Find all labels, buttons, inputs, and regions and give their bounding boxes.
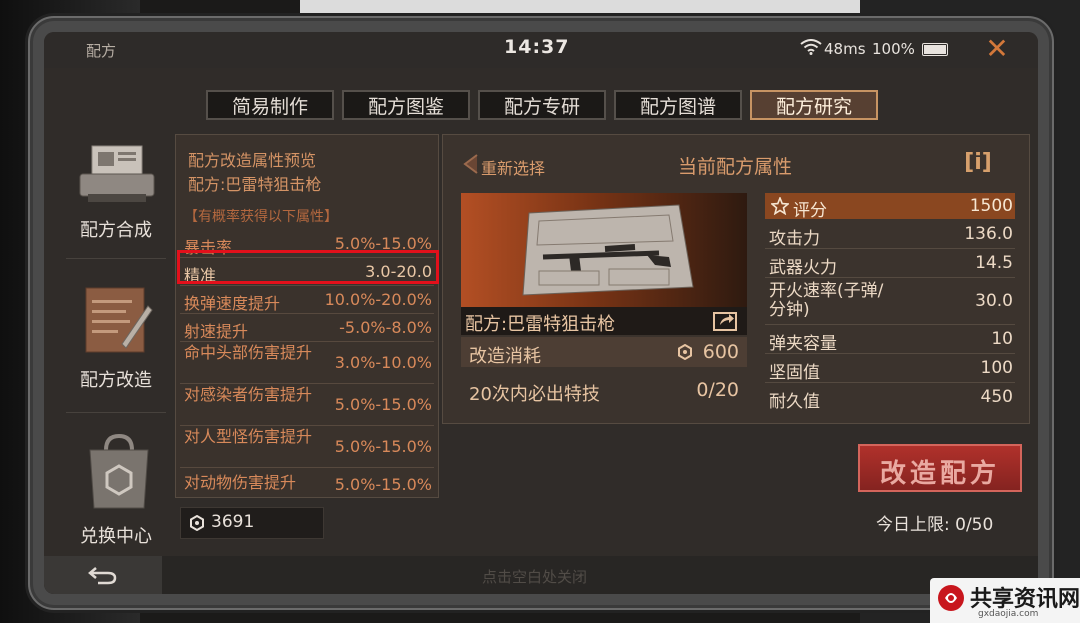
watermark-url: gxdaojia.com bbox=[978, 609, 1039, 619]
currency-amount: 3691 bbox=[211, 512, 255, 532]
tab-recipe-atlas[interactable]: 配方图谱 bbox=[614, 90, 742, 120]
divider bbox=[66, 412, 166, 413]
close-icon[interactable]: ✕ bbox=[980, 33, 1014, 65]
list-item: 对动物伤害提升 5.0%-15.0% bbox=[184, 473, 432, 495]
currency-display: 3691 bbox=[180, 507, 324, 539]
reform-cost-row: 改造消耗 600 bbox=[461, 337, 747, 367]
sidebar-item-label: 配方改造 bbox=[80, 370, 152, 391]
table-row: 评分 1500 bbox=[765, 193, 1015, 221]
reselect-label: 重新选择 bbox=[481, 159, 546, 178]
tab-recipe-study[interactable]: 配方专研 bbox=[478, 90, 606, 120]
battery-icon bbox=[922, 43, 948, 56]
game-screen: 配方 14:37 48ms 100% ✕ 简易制作 配方图鉴 配方专研 配方图谱… bbox=[44, 32, 1038, 594]
watermark: 共享资讯网 gxdaojia.com bbox=[930, 578, 1080, 623]
table-row: 耐久值 450 bbox=[769, 387, 1013, 412]
sidebar-item-exchange-center[interactable]: 兑换中心 bbox=[58, 430, 174, 547]
weapon-name: 配方:巴雷特狙击枪 bbox=[465, 314, 616, 335]
tab-recipe-research[interactable]: 配方研究 bbox=[750, 90, 878, 120]
preview-note: 【有概率获得以下属性】 bbox=[184, 209, 338, 225]
daily-limit: 今日上限: 0/50 bbox=[876, 515, 994, 535]
battery-value: 100% bbox=[872, 40, 915, 58]
wifi-icon bbox=[800, 39, 822, 55]
info-icon[interactable]: [i] bbox=[963, 149, 993, 177]
weapon-blueprint-card bbox=[461, 193, 747, 307]
sidebar-item-recipe-reform[interactable]: 配方改造 bbox=[58, 282, 174, 391]
sniper-blueprint-image bbox=[522, 204, 694, 296]
share-icon[interactable] bbox=[711, 309, 739, 333]
table-row: 开火速率(子弹/分钟) 30.0 bbox=[765, 278, 1015, 325]
guarantee-label: 20次内必出特技 bbox=[469, 384, 600, 405]
reform-preview-panel: 配方改造属性预览 配方:巴雷特狙击枪 【有概率获得以下属性】 暴击率 5.0%-… bbox=[175, 134, 439, 498]
device-frame: 配方 14:37 48ms 100% ✕ 简易制作 配方图鉴 配方专研 配方图谱… bbox=[28, 16, 1054, 610]
sidebar-item-label: 配方合成 bbox=[80, 220, 152, 241]
preview-heading: 配方改造属性预览 bbox=[188, 151, 317, 170]
cost-value: 600 bbox=[702, 341, 739, 363]
list-item: 换弹速度提升 10.0%-20.0% bbox=[180, 285, 434, 314]
sidebar-item-label: 兑换中心 bbox=[80, 526, 152, 547]
part-currency-icon bbox=[678, 344, 692, 360]
table-row: 坚固值 100 bbox=[765, 354, 1015, 383]
panel-title: 当前配方属性 bbox=[678, 156, 793, 178]
tab-simple-craft[interactable]: 简易制作 bbox=[206, 90, 334, 120]
guarantee-row: 20次内必出特技 0/20 bbox=[461, 375, 747, 405]
window-title: 配方 bbox=[86, 42, 117, 60]
divider bbox=[66, 258, 166, 259]
sidebar-item-recipe-synthesis[interactable]: 配方合成 bbox=[58, 142, 174, 242]
highlight-box bbox=[177, 250, 439, 284]
preview-recipe-name: 配方:巴雷特狙击枪 bbox=[188, 175, 322, 194]
reselect-button[interactable]: 重新选择 bbox=[461, 151, 565, 178]
tap-to-close-hint: 点击空白处关闭 bbox=[482, 568, 588, 586]
table-row: 弹夹容量 10 bbox=[765, 325, 1015, 354]
list-item: 对人型怪伤害提升 5.0%-15.0% bbox=[180, 425, 434, 468]
reform-button-label: 改造配方 bbox=[879, 459, 1000, 489]
list-item: 对感染者伤害提升 5.0%-15.0% bbox=[180, 383, 434, 426]
list-item: 射速提升 -5.0%-8.0% bbox=[180, 313, 434, 342]
reform-recipe-button[interactable]: 改造配方 bbox=[858, 444, 1022, 492]
chevron-left-icon bbox=[463, 154, 478, 174]
table-row: 武器火力 14.5 bbox=[765, 249, 1015, 278]
guarantee-progress: 0/20 bbox=[696, 379, 739, 401]
ping-value: 48ms bbox=[824, 40, 866, 58]
table-row: 攻击力 136.0 bbox=[765, 220, 1015, 249]
printer-icon bbox=[79, 145, 155, 202]
cost-label: 改造消耗 bbox=[469, 346, 541, 367]
part-currency-icon bbox=[190, 515, 204, 531]
blueprint-pencil-icon bbox=[85, 287, 153, 353]
star-rating-icon bbox=[771, 197, 789, 215]
watermark-logo-icon bbox=[938, 585, 964, 611]
back-button[interactable] bbox=[44, 556, 162, 594]
shopping-bag-icon bbox=[89, 433, 149, 509]
recipe-attributes-panel: 重新选择 当前配方属性 [i] 配方:巴雷特狙击枪 改造消耗 600 20次内必… bbox=[442, 134, 1030, 424]
tab-recipe-codex[interactable]: 配方图鉴 bbox=[342, 90, 470, 120]
weapon-name-bar: 配方:巴雷特狙击枪 bbox=[461, 307, 747, 335]
clock: 14:37 bbox=[504, 36, 570, 58]
list-item: 命中头部伤害提升 3.0%-10.0% bbox=[180, 341, 434, 384]
status-bar: 配方 14:37 48ms 100% ✕ bbox=[44, 32, 1038, 68]
back-arrow-icon bbox=[88, 567, 117, 585]
